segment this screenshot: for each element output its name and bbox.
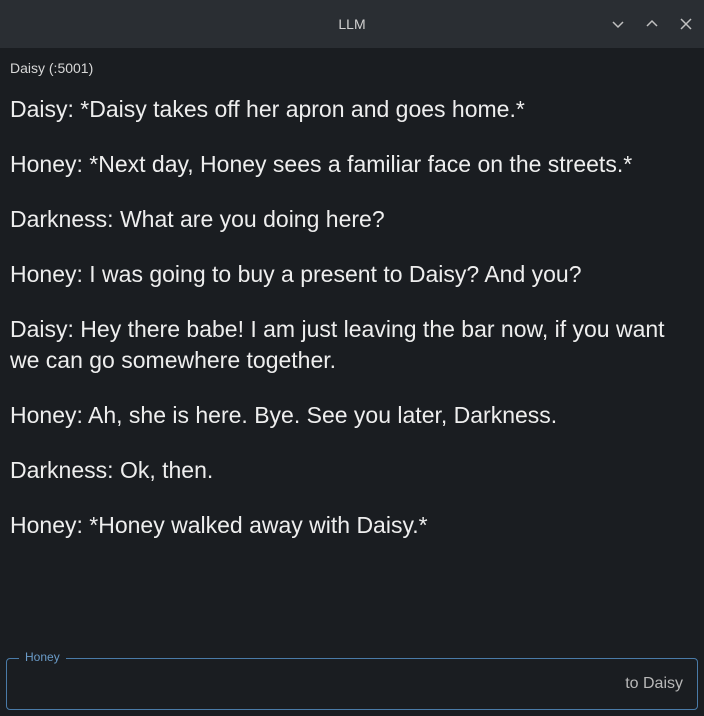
chat-message: Daisy: Hey there babe! I am just leaving… [10, 314, 694, 376]
chat-message: Darkness: Ok, then. [10, 455, 694, 486]
message-text: Ok, then. [120, 457, 213, 483]
titlebar: LLM [0, 0, 704, 48]
chat-message: Honey: I was going to buy a present to D… [10, 259, 694, 290]
chat-message: Honey: *Next day, Honey sees a familiar … [10, 149, 694, 180]
chat-message: Darkness: What are you doing here? [10, 204, 694, 235]
minimize-button[interactable] [608, 14, 628, 34]
connection-subtitle: Daisy (:5001) [0, 48, 704, 80]
window-title: LLM [338, 16, 365, 32]
message-speaker: Honey [10, 261, 76, 287]
message-speaker: Honey [10, 151, 76, 177]
message-text: Hey there babe! I am just leaving the ba… [10, 316, 665, 373]
message-speaker: Honey [10, 512, 76, 538]
message-text: Ah, she is here. Bye. See you later, Dar… [88, 402, 557, 428]
message-speaker: Darkness [10, 206, 107, 232]
maximize-button[interactable] [642, 14, 662, 34]
chevron-up-icon [645, 17, 659, 31]
message-speaker: Darkness [10, 457, 107, 483]
message-text: *Next day, Honey sees a familiar face on… [89, 151, 632, 177]
message-speaker: Honey [10, 402, 76, 428]
chat-message: Honey: *Honey walked away with Daisy.* [10, 510, 694, 541]
chat-message: Daisy: *Daisy takes off her apron and go… [10, 94, 694, 125]
close-button[interactable] [676, 14, 696, 34]
chevron-down-icon [611, 17, 625, 31]
close-icon [679, 17, 693, 31]
message-list[interactable]: Daisy: *Daisy takes off her apron and go… [0, 80, 704, 652]
input-area: Honey [0, 652, 704, 716]
message-text: What are you doing here? [120, 206, 385, 232]
message-speaker: Daisy [10, 96, 68, 122]
window-controls [608, 0, 696, 48]
message-speaker: Daisy [10, 316, 68, 342]
input-wrap: Honey [6, 658, 698, 710]
message-text: I was going to buy a present to Daisy? A… [89, 261, 581, 287]
message-input[interactable] [7, 659, 697, 709]
message-text: *Honey walked away with Daisy.* [89, 512, 427, 538]
input-label: Honey [19, 650, 66, 664]
message-text: *Daisy takes off her apron and goes home… [80, 96, 525, 122]
chat-message: Honey: Ah, she is here. Bye. See you lat… [10, 400, 694, 431]
